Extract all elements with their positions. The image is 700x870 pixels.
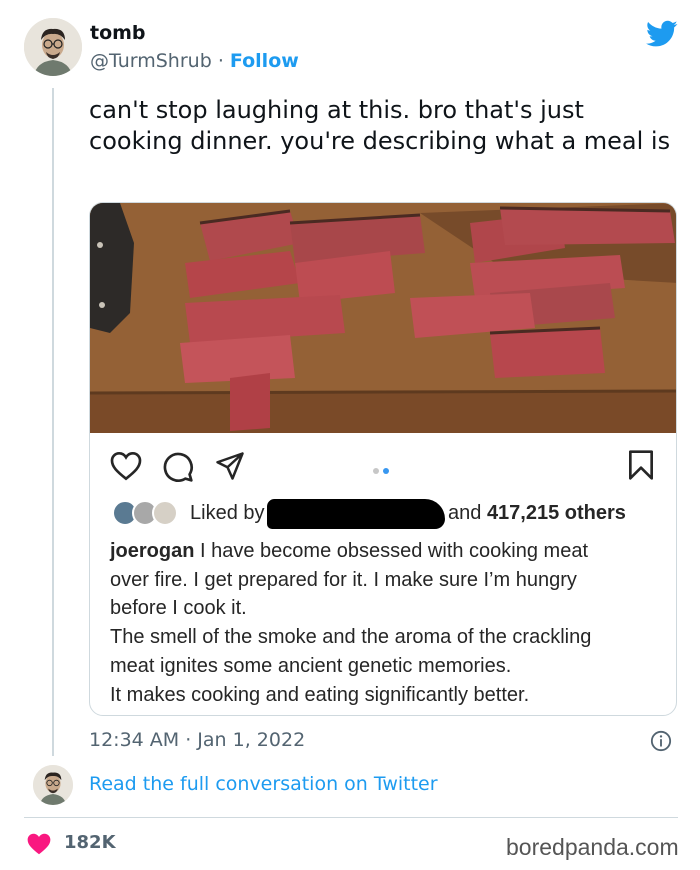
caption-line: before I cook it. [110, 597, 247, 620]
thread-line [52, 88, 54, 756]
caption-line: It makes cooking and eating significantl… [110, 683, 530, 706]
caption-line: meat ignites some ancient genetic memori… [110, 654, 512, 677]
post-caption: joerogan I have become obsessed with coo… [110, 537, 670, 709]
tweet-text: can't stop laughing at this. bro that's … [89, 96, 671, 155]
separator-dot: · [217, 50, 224, 72]
carousel-dots [373, 459, 393, 478]
author-name[interactable]: tomb [90, 22, 146, 44]
bird-icon[interactable] [646, 20, 678, 48]
liked-by-row: Liked by and 417,215 others [112, 499, 672, 529]
author-avatar[interactable] [24, 18, 82, 76]
author-handle[interactable]: @TurmShrub [90, 50, 212, 72]
caption-username: joerogan [110, 540, 195, 562]
read-conversation-link[interactable]: Read the full conversation on Twitter [89, 773, 438, 795]
like-count: 182K [64, 832, 116, 853]
steak-photo [90, 203, 676, 433]
heart-filled-icon[interactable] [26, 832, 52, 856]
reply-avatar[interactable] [33, 765, 73, 805]
divider [24, 817, 678, 818]
tweet-media[interactable]: Liked by and 417,215 others joerogan I h… [89, 202, 677, 716]
follow-button[interactable]: Follow [230, 50, 299, 72]
liker-avatars [112, 500, 182, 528]
caption-line: The smell of the smoke and the aroma of … [110, 626, 592, 649]
tweet-timestamp[interactable]: 12:34 AM · Jan 1, 2022 [89, 729, 305, 751]
info-icon[interactable] [650, 730, 672, 752]
heart-outline-icon[interactable] [110, 451, 142, 481]
comment-icon[interactable] [162, 451, 194, 483]
watermark: boredpanda.com [506, 834, 679, 860]
liked-by-others: and 417,215 others [448, 502, 626, 525]
send-icon[interactable] [214, 451, 246, 481]
caption-line: I have become obsessed with cooking meat [200, 540, 589, 562]
caption-line: over fire. I get prepared for it. I make… [110, 568, 577, 591]
liked-by-label: Liked by [190, 502, 265, 524]
others-count: 417,215 others [486, 502, 626, 524]
author-handle-row: @TurmShrub · Follow [90, 50, 299, 72]
liked-by-and: and [448, 502, 482, 524]
redaction-mark [267, 499, 445, 529]
bookmark-icon[interactable] [626, 449, 656, 481]
